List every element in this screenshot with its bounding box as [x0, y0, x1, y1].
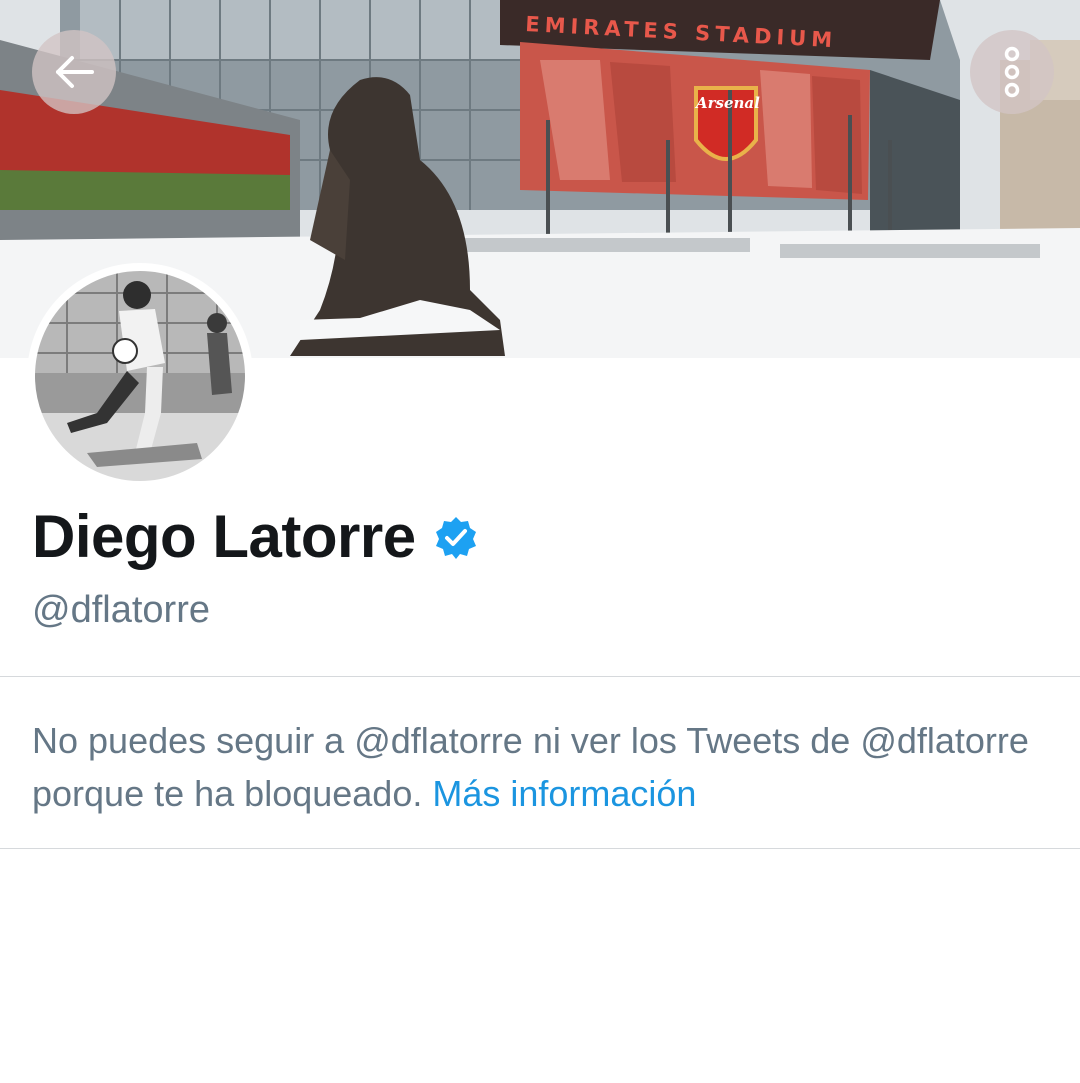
divider: [0, 848, 1080, 849]
crest-label: Arsenal: [696, 94, 760, 112]
more-options-button[interactable]: [970, 30, 1054, 114]
back-button[interactable]: [32, 30, 116, 114]
more-info-link[interactable]: Más información: [432, 773, 696, 814]
more-vertical-icon: [1004, 46, 1020, 98]
verified-badge-icon: [434, 515, 478, 559]
profile-name-row: Diego Latorre: [32, 502, 478, 572]
avatar[interactable]: [27, 263, 253, 489]
divider: [0, 676, 1080, 677]
arrow-left-icon: [56, 56, 94, 88]
handle: @dflatorre: [32, 589, 210, 631]
display-name: Diego Latorre: [32, 503, 416, 570]
blocked-notice: No puedes seguir a @dflatorre ni ver los…: [32, 714, 1052, 820]
avatar-photo: [33, 269, 247, 483]
